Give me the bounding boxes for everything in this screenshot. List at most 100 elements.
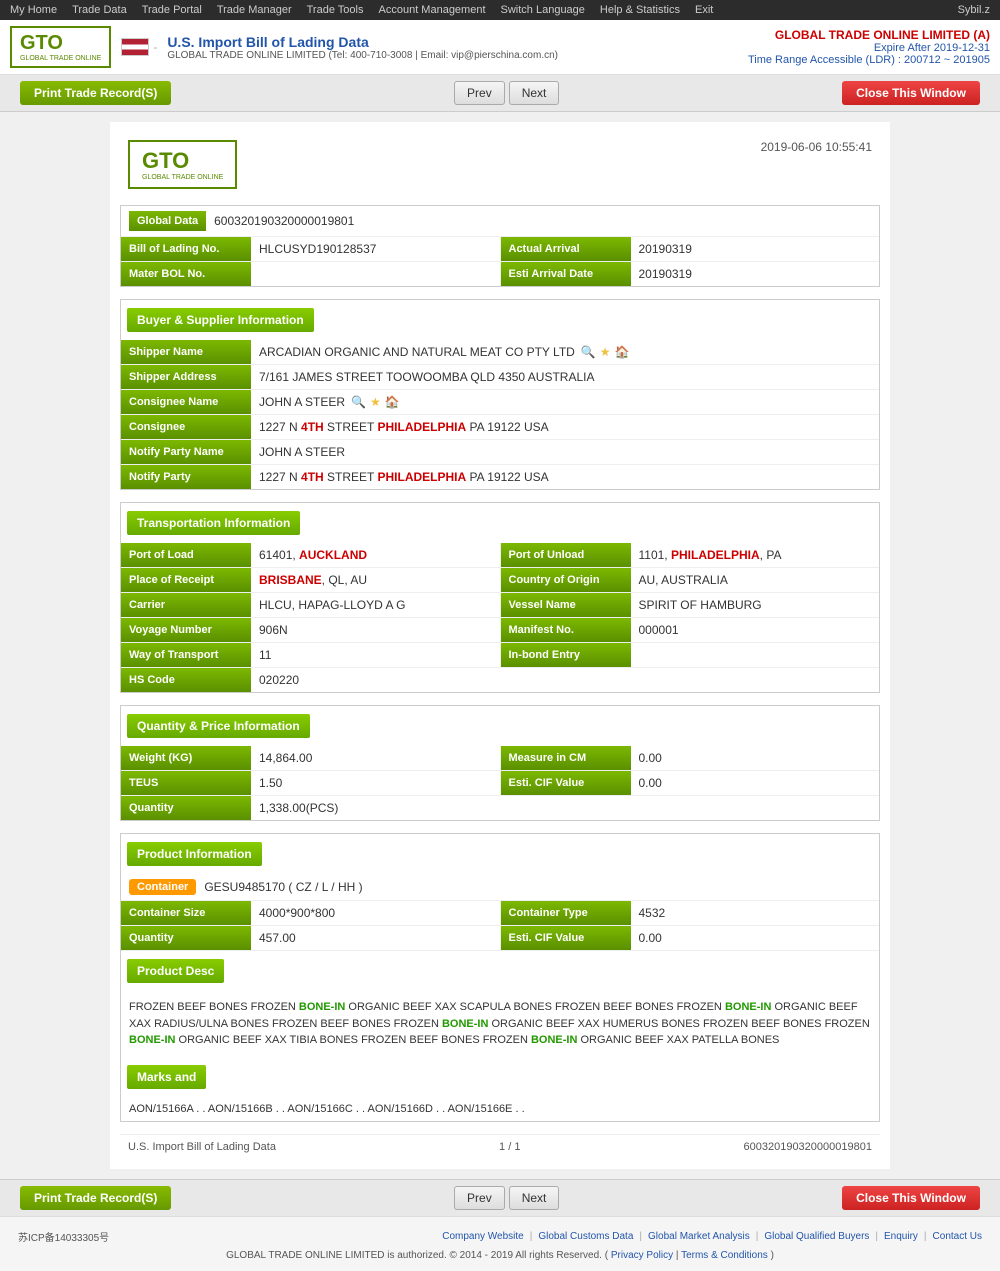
shipper-name-value: ARCADIAN ORGANIC AND NATURAL MEAT CO PTY… bbox=[251, 340, 879, 364]
global-data-label: Global Data bbox=[129, 211, 206, 231]
product-info-section: Product Information Container GESU948517… bbox=[120, 833, 880, 1122]
transportation-header: Transportation Information bbox=[127, 511, 300, 535]
footer-privacy-policy[interactable]: Privacy Policy bbox=[611, 1250, 673, 1261]
weight-label: Weight (KG) bbox=[121, 746, 251, 770]
buyer-supplier-header: Buyer & Supplier Information bbox=[127, 308, 314, 332]
print-button-bottom[interactable]: Print Trade Record(S) bbox=[20, 1186, 171, 1210]
account-info: GLOBAL TRADE ONLINE LIMITED (A) Expire A… bbox=[748, 28, 990, 66]
nav-account-management[interactable]: Account Management bbox=[379, 4, 486, 16]
separator-4: | bbox=[875, 1231, 878, 1242]
port-load-label: Port of Load bbox=[121, 543, 251, 567]
quantity-price-section: Quantity & Price Information Weight (KG)… bbox=[120, 705, 880, 821]
carrier-value: HLCU, HAPAG-LLOYD A G bbox=[251, 593, 500, 617]
actual-arrival-value: 20190319 bbox=[631, 237, 880, 261]
manifest-no-value: 000001 bbox=[631, 618, 880, 642]
in-bond-entry-value bbox=[631, 643, 880, 667]
product-esti-cif-label: Esti. CIF Value bbox=[501, 926, 631, 950]
close-button-bottom[interactable]: Close This Window bbox=[842, 1186, 980, 1210]
product-info-header: Product Information bbox=[127, 842, 262, 866]
next-button-top[interactable]: Next bbox=[509, 81, 560, 105]
shipper-star-icon[interactable]: ★ bbox=[600, 345, 611, 359]
document-content: GTO GLOBAL TRADE ONLINE 2019-06-06 10:55… bbox=[110, 122, 890, 1169]
weight-measure-row: Weight (KG) 14,864.00 Measure in CM 0.00 bbox=[121, 746, 879, 771]
footer-global-buyers[interactable]: Global Qualified Buyers bbox=[764, 1231, 869, 1242]
quantity-price-header: Quantity & Price Information bbox=[127, 714, 310, 738]
measure-cm-label: Measure in CM bbox=[501, 746, 631, 770]
nav-trade-manager[interactable]: Trade Manager bbox=[217, 4, 292, 16]
voyage-number-value: 906N bbox=[251, 618, 500, 642]
site-footer: 苏ICP备14033305号 Company Website | Global … bbox=[0, 1216, 1000, 1271]
hs-code-row: HS Code 020220 bbox=[121, 668, 879, 692]
container-size-label: Container Size bbox=[121, 901, 251, 925]
esti-arrival-label: Esti Arrival Date bbox=[501, 262, 631, 286]
carrier-vessel-row: Carrier HLCU, HAPAG-LLOYD A G Vessel Nam… bbox=[121, 593, 879, 618]
place-receipt-value: BRISBANE, QL, AU bbox=[251, 568, 500, 592]
product-esti-cif-value: 0.00 bbox=[631, 926, 880, 950]
marks-header: Marks and bbox=[127, 1065, 206, 1089]
shipper-search-icon[interactable]: 🔍 bbox=[581, 345, 596, 359]
nav-my-home[interactable]: My Home bbox=[10, 4, 57, 16]
footer-company-website[interactable]: Company Website bbox=[442, 1231, 524, 1242]
icp-number: 苏ICP备14033305号 bbox=[18, 1229, 109, 1244]
esti-arrival-value: 20190319 bbox=[631, 262, 880, 286]
consignee-home-icon[interactable]: 🏠 bbox=[385, 395, 400, 409]
teus-cif-row: TEUS 1.50 Esti. CIF Value 0.00 bbox=[121, 771, 879, 796]
buyer-supplier-section: Buyer & Supplier Information Shipper Nam… bbox=[120, 299, 880, 490]
footer-enquiry[interactable]: Enquiry bbox=[884, 1231, 918, 1242]
consignee-star-icon[interactable]: ★ bbox=[370, 395, 381, 409]
notify-party-name-label: Notify Party Name bbox=[121, 440, 251, 464]
notify-party-label: Notify Party bbox=[121, 465, 251, 489]
shipper-address-value: 7/161 JAMES STREET TOOWOOMBA QLD 4350 AU… bbox=[251, 365, 879, 389]
prev-button-top[interactable]: Prev bbox=[454, 81, 505, 105]
doc-header: GTO GLOBAL TRADE ONLINE 2019-06-06 10:55… bbox=[120, 132, 880, 197]
username: Sybil.z bbox=[958, 4, 990, 16]
nav-trade-tools[interactable]: Trade Tools bbox=[307, 4, 364, 16]
expire-info: Expire After 2019-12-31 bbox=[748, 42, 990, 54]
global-data-row: Global Data 600320190320000019801 bbox=[121, 206, 879, 237]
teus-label: TEUS bbox=[121, 771, 251, 795]
quantity-row: Quantity 1,338.00(PCS) bbox=[121, 796, 879, 820]
port-load-unload-row: Port of Load 61401, AUCKLAND Port of Unl… bbox=[121, 543, 879, 568]
separator-3: | bbox=[756, 1231, 759, 1242]
doc-record-id: 600320190320000019801 bbox=[744, 1141, 872, 1153]
print-button-top[interactable]: Print Trade Record(S) bbox=[20, 81, 171, 105]
notify-party-name-row: Notify Party Name JOHN A STEER bbox=[121, 440, 879, 465]
footer-contact[interactable]: Contact Us bbox=[933, 1231, 982, 1242]
close-button-top[interactable]: Close This Window bbox=[842, 81, 980, 105]
nav-help-statistics[interactable]: Help & Statistics bbox=[600, 4, 680, 16]
actual-arrival-label: Actual Arrival bbox=[501, 237, 631, 261]
consignee-label: Consignee bbox=[121, 415, 251, 439]
prev-button-bottom[interactable]: Prev bbox=[454, 1186, 505, 1210]
next-button-bottom[interactable]: Next bbox=[509, 1186, 560, 1210]
shipper-name-label: Shipper Name bbox=[121, 340, 251, 364]
logo: GTO GLOBAL TRADE ONLINE bbox=[10, 26, 111, 68]
hs-code-label: HS Code bbox=[121, 668, 251, 692]
logo-text: GTO bbox=[20, 32, 101, 55]
transport-inbond-row: Way of Transport 11 In-bond Entry bbox=[121, 643, 879, 668]
nav-switch-language[interactable]: Switch Language bbox=[501, 4, 585, 16]
transportation-section: Transportation Information Port of Load … bbox=[120, 502, 880, 693]
doc-logo: GTO GLOBAL TRADE ONLINE bbox=[128, 140, 237, 189]
shipper-home-icon[interactable]: 🏠 bbox=[615, 345, 630, 359]
nav-exit[interactable]: Exit bbox=[695, 4, 713, 16]
master-bol-label: Mater BOL No. bbox=[121, 262, 251, 286]
esti-cif-value: 0.00 bbox=[631, 771, 880, 795]
hs-code-value: 020220 bbox=[251, 668, 879, 692]
footer-global-customs[interactable]: Global Customs Data bbox=[538, 1231, 633, 1242]
product-quantity-value: 457.00 bbox=[251, 926, 500, 950]
vessel-name-label: Vessel Name bbox=[501, 593, 631, 617]
master-bol-row: Mater BOL No. Esti Arrival Date 20190319 bbox=[121, 262, 879, 286]
shipper-address-label: Shipper Address bbox=[121, 365, 251, 389]
ldr-info: Time Range Accessible (LDR) : 200712 ~ 2… bbox=[748, 54, 990, 66]
footer-close-paren: ) bbox=[771, 1250, 774, 1261]
nav-trade-portal[interactable]: Trade Portal bbox=[142, 4, 202, 16]
weight-value: 14,864.00 bbox=[251, 746, 500, 770]
port-load-value: 61401, AUCKLAND bbox=[251, 543, 500, 567]
receipt-origin-row: Place of Receipt BRISBANE, QL, AU Countr… bbox=[121, 568, 879, 593]
footer-terms[interactable]: Terms & Conditions bbox=[681, 1250, 768, 1261]
footer-global-market[interactable]: Global Market Analysis bbox=[648, 1231, 750, 1242]
nav-trade-data[interactable]: Trade Data bbox=[72, 4, 127, 16]
consignee-search-icon[interactable]: 🔍 bbox=[351, 395, 366, 409]
company-info: GLOBAL TRADE ONLINE LIMITED (Tel: 400-71… bbox=[167, 50, 558, 61]
product-qty-cif-row: Quantity 457.00 Esti. CIF Value 0.00 bbox=[121, 926, 879, 951]
